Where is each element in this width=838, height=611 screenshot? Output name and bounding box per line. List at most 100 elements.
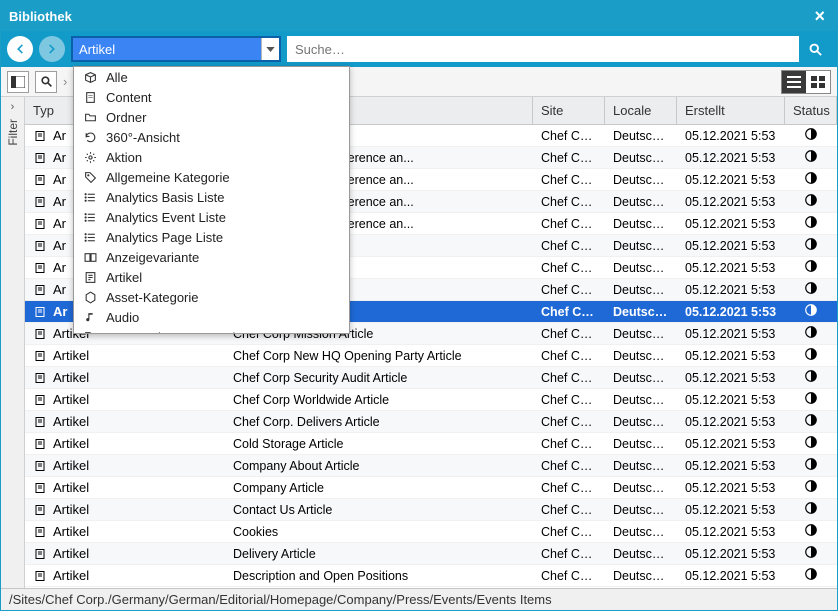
dropdown-item-label: Audio (106, 310, 139, 325)
cell-typ: Ar (53, 260, 66, 275)
dropdown-item[interactable]: Augmentierte Kategorie (74, 327, 349, 333)
dropdown-item[interactable]: Ordner (74, 107, 349, 127)
cell-site: Chef Corp. (533, 547, 605, 561)
cell-site: Chef Corp. (533, 129, 605, 143)
close-icon[interactable]: × (810, 6, 829, 27)
dropdown-item[interactable]: Analytics Event Liste (74, 207, 349, 227)
cell-locale: Deutsch (... (605, 569, 677, 583)
dropdown-list[interactable]: AlleContentOrdner360°-AnsichtAktion Allge… (74, 67, 349, 333)
cell-erstellt: 05.12.2021 5:53 (677, 151, 785, 165)
titlebar[interactable]: Bibliothek × (1, 1, 837, 31)
cell-locale: Deutsch (... (605, 437, 677, 451)
table-row[interactable]: ArtikelChef Corp Worldwide ArticleChef C… (25, 389, 837, 411)
cell-erstellt: 05.12.2021 5:53 (677, 525, 785, 539)
grid-view-button[interactable] (806, 71, 830, 93)
article-icon (33, 283, 47, 297)
table-row[interactable]: ArtikelCompany About ArticleChef Corp.De… (25, 455, 837, 477)
window-title: Bibliothek (9, 9, 72, 24)
doc-icon (82, 91, 98, 104)
panel-toggle-icon[interactable] (7, 71, 29, 93)
table-row[interactable]: ArtikelCookiesChef Corp.Deutsch (...05.1… (25, 521, 837, 543)
status-icon (804, 457, 818, 474)
dropdown-item-label: Analytics Page Liste (106, 230, 223, 245)
nav-back-button[interactable] (7, 36, 33, 62)
cell-name: Cookies (225, 525, 533, 539)
status-icon (804, 193, 818, 210)
type-filter-input[interactable] (73, 38, 261, 60)
column-header-status[interactable]: Status (785, 97, 837, 124)
dropdown-item[interactable]: Allgemeine Kategorie (74, 167, 349, 187)
dropdown-item[interactable]: Content (74, 87, 349, 107)
article-icon (33, 217, 47, 231)
table-row[interactable]: ArtikelChef Corp Security Audit ArticleC… (25, 367, 837, 389)
cell-erstellt: 05.12.2021 5:53 (677, 195, 785, 209)
search-input[interactable] (287, 36, 799, 62)
table-row[interactable]: ArtikelDelivery ArticleChef Corp.Deutsch… (25, 543, 837, 565)
cell-site: Chef Corp. (533, 305, 605, 319)
cell-locale: Deutsch (... (605, 349, 677, 363)
cell-typ: Ar (53, 150, 66, 165)
dropdown-item-label: Asset-Kategorie (106, 290, 199, 305)
cell-site: Chef Corp. (533, 459, 605, 473)
dropdown-item[interactable]: Analytics Basis Liste (74, 187, 349, 207)
cell-typ: Artikel (53, 392, 89, 407)
dropdown-item[interactable]: Analytics Page Liste (74, 227, 349, 247)
dropdown-item[interactable]: Asset-Kategorie (74, 287, 349, 307)
cell-name: Chef Corp. Delivers Article (225, 415, 533, 429)
dropdown-item[interactable]: Aktion (74, 147, 349, 167)
dropdown-item-label: Allgemeine Kategorie (106, 170, 230, 185)
type-filter-combo[interactable] (71, 36, 281, 62)
cell-locale: Deutsch (... (605, 283, 677, 297)
article-icon (33, 525, 47, 539)
list-icon (82, 211, 98, 224)
column-header-erstellt[interactable]: Erstellt (677, 97, 785, 124)
cell-name: Contact Us Article (225, 503, 533, 517)
cell-erstellt: 05.12.2021 5:53 (677, 547, 785, 561)
cell-site: Chef Corp. (533, 525, 605, 539)
dropdown-item[interactable]: 360°-Ansicht (74, 127, 349, 147)
dropdown-item[interactable]: Alle (74, 67, 349, 87)
nav-forward-button[interactable] (39, 36, 65, 62)
status-icon (804, 215, 818, 232)
article-icon (33, 195, 47, 209)
status-icon (804, 325, 818, 342)
cell-site: Chef Corp. (533, 239, 605, 253)
cell-erstellt: 05.12.2021 5:53 (677, 393, 785, 407)
search-box (287, 36, 831, 62)
article-icon (33, 151, 47, 165)
article-icon (33, 327, 47, 341)
table-row[interactable]: ArtikelDescription and Open PositionsChe… (25, 565, 837, 587)
cell-erstellt: 05.12.2021 5:53 (677, 261, 785, 275)
dropdown-item[interactable]: Anzeigevariante (74, 247, 349, 267)
dropdown-item[interactable]: Artikel (74, 267, 349, 287)
article-icon (82, 271, 98, 284)
dropdown-item[interactable]: Audio (74, 307, 349, 327)
dropdown-item-label: Analytics Event Liste (106, 210, 226, 225)
status-bar: /Sites/Chef Corp./Germany/German/Editori… (1, 588, 837, 610)
table-row[interactable]: ArtikelContact Us ArticleChef Corp.Deuts… (25, 499, 837, 521)
filter-rail[interactable]: › Filter (1, 97, 25, 588)
search-panel-icon[interactable] (35, 71, 57, 93)
column-header-site[interactable]: Site (533, 97, 605, 124)
type-filter-dropdown-toggle[interactable] (261, 38, 279, 60)
table-row[interactable]: ArtikelCold Storage ArticleChef Corp.Deu… (25, 433, 837, 455)
table-row[interactable]: ArtikelChef Corp New HQ Opening Party Ar… (25, 345, 837, 367)
article-icon (33, 261, 47, 275)
article-icon (33, 569, 47, 583)
article-icon (33, 239, 47, 253)
cell-site: Chef Corp. (533, 151, 605, 165)
search-icon[interactable] (799, 36, 831, 62)
status-icon (804, 237, 818, 254)
gear-icon (82, 151, 98, 164)
cell-site: Chef Corp. (533, 173, 605, 187)
list-view-button[interactable] (782, 71, 806, 93)
cell-typ: Artikel (53, 502, 89, 517)
status-icon (804, 479, 818, 496)
cell-name: Chef Corp Security Audit Article (225, 371, 533, 385)
table-row[interactable]: ArtikelCompany ArticleChef Corp.Deutsch … (25, 477, 837, 499)
chevron-right-icon: › (63, 74, 67, 89)
cell-locale: Deutsch (... (605, 195, 677, 209)
cell-erstellt: 05.12.2021 5:53 (677, 459, 785, 473)
table-row[interactable]: ArtikelChef Corp. Delivers ArticleChef C… (25, 411, 837, 433)
column-header-locale[interactable]: Locale (605, 97, 677, 124)
